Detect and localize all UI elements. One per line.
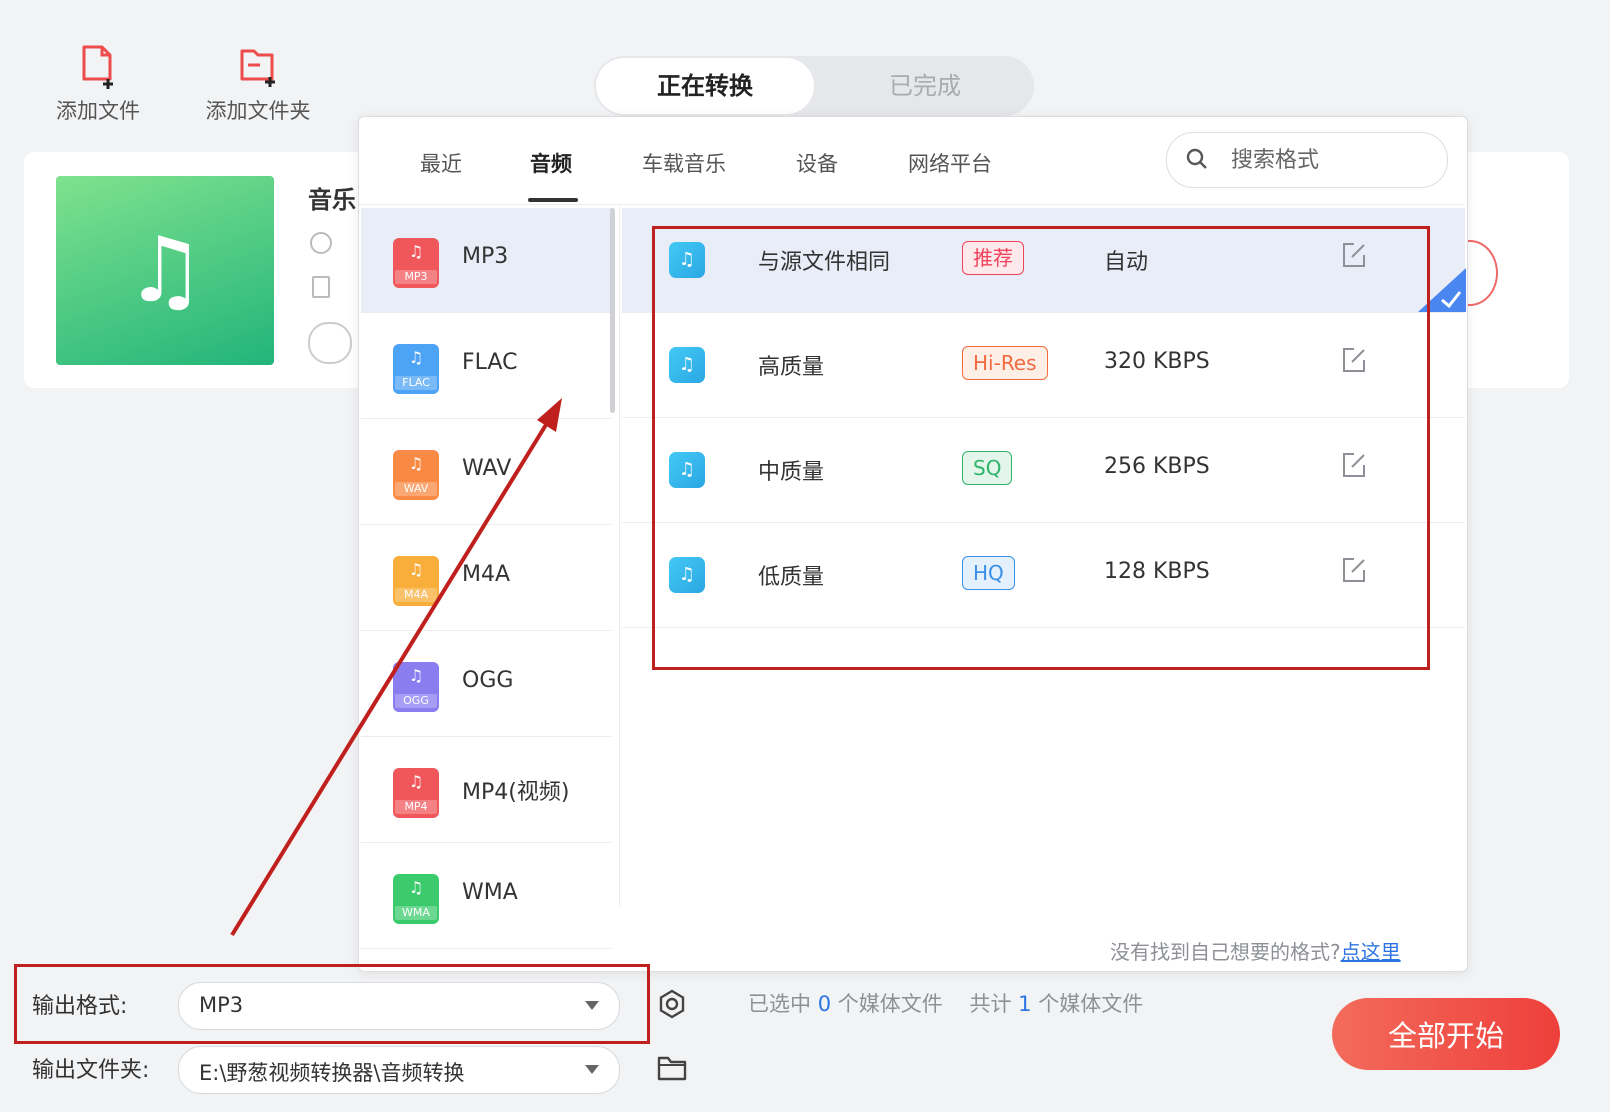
hint-link[interactable]: 点这里 <box>1341 940 1401 964</box>
format-tag: M4A <box>395 588 437 602</box>
total-prefix: 共计 <box>969 992 1012 1016</box>
format-file-icon: ♫ WAV <box>393 450 439 500</box>
format-tag: WMA <box>395 906 437 920</box>
format-item[interactable]: ♫ FLAC FLAC <box>361 314 611 419</box>
format-label: MP3 <box>462 244 509 269</box>
edit-effect-icon[interactable] <box>308 322 352 364</box>
add-folder-label: 添加文件夹 <box>205 99 311 123</box>
format-file-icon: ♫ M4A <box>393 556 439 606</box>
music-note-icon: ♫ <box>408 878 424 897</box>
tab-converting[interactable]: 正在转换 <box>596 58 814 114</box>
folder-icon[interactable] <box>657 1054 687 1082</box>
selected-suffix: 个媒体文件 <box>837 992 943 1016</box>
format-tag: OGG <box>395 694 437 708</box>
music-note-icon: ♫ <box>124 218 206 323</box>
output-folder-label: 输出文件夹: <box>32 1058 150 1083</box>
format-item[interactable]: ♫ MP3 MP3 <box>361 208 611 313</box>
output-folder-value: E:\野葱视频转换器\音频转换 <box>199 1061 465 1085</box>
format-label: OGG <box>462 668 514 693</box>
format-search[interactable] <box>1166 132 1448 188</box>
search-icon <box>1186 148 1207 169</box>
selected-count: 0 <box>817 992 832 1016</box>
total-count: 1 <box>1018 992 1032 1016</box>
music-note-icon: ♫ <box>408 242 424 261</box>
hint-text: 没有找到自己想要的格式? <box>1110 940 1341 964</box>
format-tag: FLAC <box>395 376 437 390</box>
tab-device[interactable]: 设备 <box>796 148 838 178</box>
add-folder-icon <box>238 45 278 89</box>
format-label: MP4(视频) <box>462 780 570 805</box>
chevron-down-icon <box>585 1065 599 1074</box>
format-item[interactable]: ♫ M4A M4A <box>361 526 611 631</box>
format-label: M4A <box>462 562 511 587</box>
active-tab-indicator <box>528 198 578 202</box>
popup-column-divider <box>619 206 620 906</box>
file-icon <box>312 276 330 298</box>
tab-online-platform[interactable]: 网络平台 <box>908 148 992 178</box>
format-item[interactable]: ♫ WAV WAV <box>361 420 611 525</box>
annotation-box-output-format <box>14 964 650 1044</box>
format-file-icon: ♫ MP3 <box>393 238 439 288</box>
settings-icon[interactable] <box>657 989 687 1019</box>
tab-car-music[interactable]: 车载音乐 <box>642 148 726 178</box>
add-folder-button[interactable]: 添加文件夹 <box>198 45 318 125</box>
tab-audio[interactable]: 音频 <box>530 148 572 178</box>
add-file-label: 添加文件 <box>56 99 140 123</box>
start-all-button[interactable]: 全部开始 <box>1332 998 1560 1070</box>
format-label: WAV <box>462 456 512 481</box>
total-suffix: 个媒体文件 <box>1038 992 1144 1016</box>
format-list-scrollbar[interactable] <box>610 208 615 413</box>
format-file-icon: ♫ OGG <box>393 662 439 712</box>
music-note-icon: ♫ <box>408 560 424 579</box>
selected-prefix: 已选中 <box>748 992 811 1016</box>
add-file-button[interactable]: 添加文件 <box>38 45 158 125</box>
file-title: 音乐 <box>308 186 356 214</box>
format-file-icon: ♫ FLAC <box>393 344 439 394</box>
format-label: WMA <box>462 880 518 905</box>
selection-status: 已选中 0 个媒体文件 共计 1 个媒体文件 <box>748 988 1143 1018</box>
format-tag: MP4 <box>395 800 437 814</box>
music-note-icon: ♫ <box>408 772 424 791</box>
add-file-icon <box>78 45 118 89</box>
status-segment: 正在转换 已完成 <box>594 56 1034 116</box>
music-note-icon: ♫ <box>408 666 424 685</box>
music-note-icon: ♫ <box>408 454 424 473</box>
tab-recent[interactable]: 最近 <box>420 148 462 178</box>
format-file-icon: ♫ WMA <box>393 874 439 924</box>
search-input[interactable] <box>1229 141 1433 179</box>
popup-header-divider <box>359 204 1465 205</box>
tab-done[interactable]: 已完成 <box>816 56 1034 116</box>
format-file-icon: ♫ MP4 <box>393 768 439 818</box>
format-hint: 没有找到自己想要的格式?点这里 <box>1110 936 1401 965</box>
format-item[interactable]: ♫ MP4 MP4(视频) <box>361 738 611 843</box>
format-item[interactable]: ♫ WMA WMA <box>361 844 611 949</box>
play-icon[interactable] <box>310 232 332 254</box>
format-label: FLAC <box>462 350 518 375</box>
format-tag: MP3 <box>395 270 437 284</box>
output-folder-select[interactable]: E:\野葱视频转换器\音频转换 <box>178 1046 620 1094</box>
music-note-icon: ♫ <box>408 348 424 367</box>
format-item[interactable]: ♫ OGG OGG <box>361 632 611 737</box>
format-tag: WAV <box>395 482 437 496</box>
file-thumbnail: ♫ <box>56 176 274 365</box>
annotation-box-quality <box>652 226 1430 670</box>
